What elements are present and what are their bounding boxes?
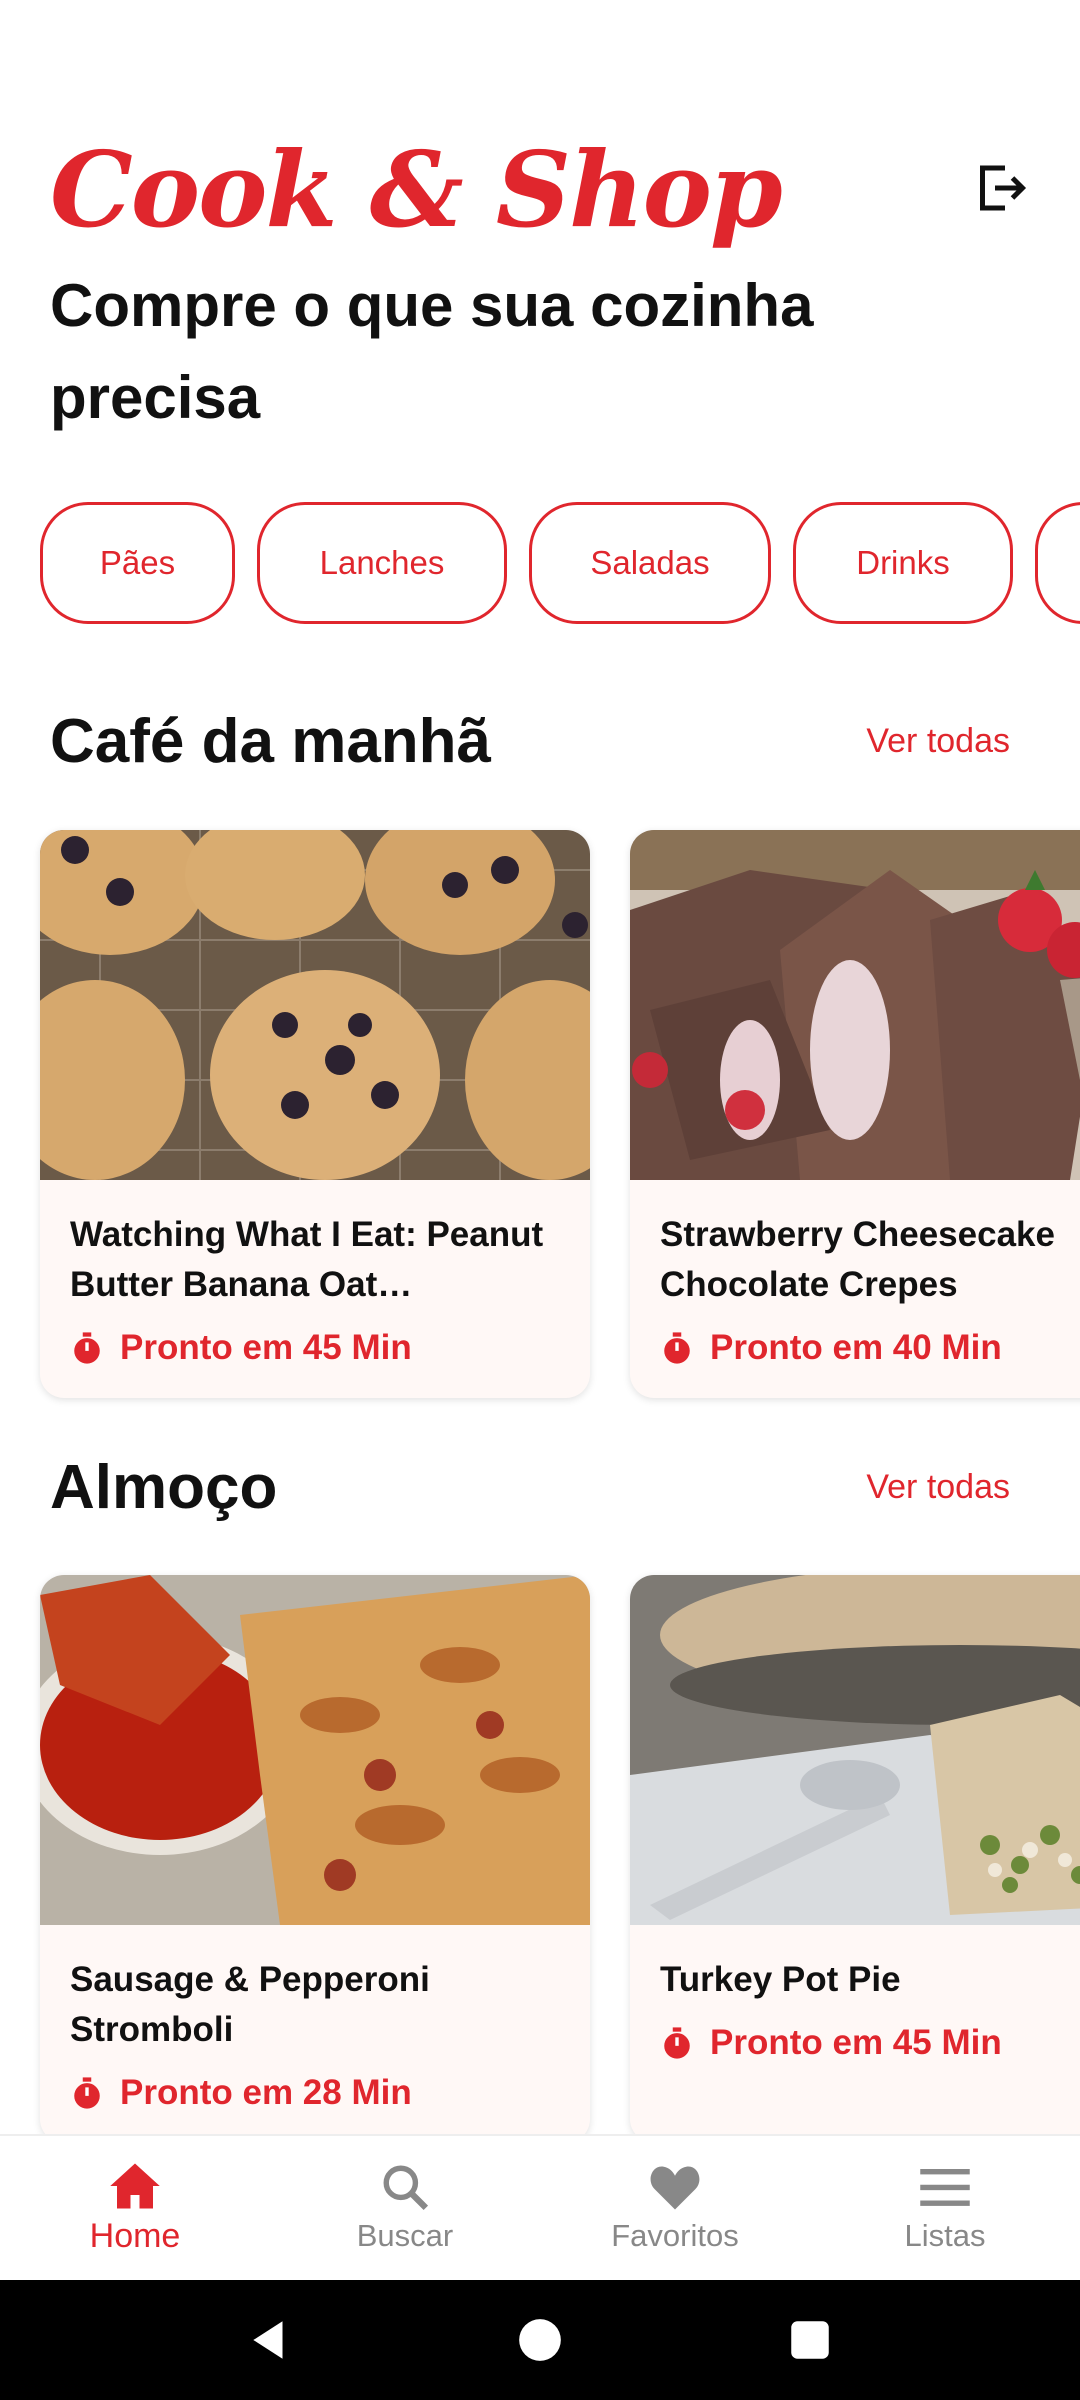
recipe-row-lunch: Sausage & Pepperoni Stromboli Pronto em … [40, 1575, 1080, 2143]
recipe-time: Pronto em 45 Min [70, 1328, 562, 1368]
heart-icon [650, 2166, 700, 2210]
recipe-image-crepes [630, 830, 1080, 1180]
nav-favorites[interactable]: Favoritos [540, 2136, 810, 2280]
nav-lists[interactable]: Listas [810, 2136, 1080, 2280]
nav-label: Buscar [356, 2218, 454, 2253]
system-navigation-bar [0, 2280, 1080, 2400]
back-icon[interactable] [245, 2315, 295, 2365]
category-chip-partial[interactable] [1035, 502, 1080, 624]
see-all-link[interactable]: Ver todas [866, 722, 1010, 761]
bottom-navigation: Home Buscar Favoritos Listas [0, 2134, 1080, 2280]
category-chip-lanches[interactable]: Lanches [257, 502, 507, 624]
timer-icon [664, 2027, 690, 2059]
recipe-card[interactable]: Sausage & Pepperoni Stromboli Pronto em … [40, 1575, 590, 2143]
nav-search[interactable]: Buscar [270, 2136, 540, 2280]
section-header-lunch: Almoço Ver todas [50, 1452, 1010, 1523]
timer-icon [74, 1332, 100, 1364]
recipe-row-breakfast: Watching What I Eat: Peanut Butter Banan… [40, 830, 1080, 1398]
nav-label: Listas [904, 2218, 986, 2253]
recipe-card[interactable]: Turkey Pot Pie Pronto em 45 Min [630, 1575, 1080, 2143]
section-header-breakfast: Café da manhã Ver todas [50, 706, 1010, 777]
menu-icon [920, 2169, 970, 2206]
recipe-title: Turkey Pot Pie [660, 1960, 901, 1999]
recipe-image-stromboli [40, 1575, 590, 1925]
recipe-time: Pronto em 28 Min [70, 2073, 562, 2113]
category-chip-saladas[interactable]: Saladas [529, 502, 771, 624]
category-chips: Pães Lanches Saladas Drinks [40, 502, 1080, 624]
nav-label: Home [89, 2216, 181, 2255]
recipe-title: Sausage & Pepperoni Stromboli [70, 1960, 430, 2049]
nav-home[interactable]: Home [0, 2136, 270, 2280]
search-icon [383, 2165, 429, 2211]
recipe-time-label: Pronto em 28 Min [120, 2073, 412, 2112]
category-chip-drinks[interactable]: Drinks [793, 502, 1013, 624]
see-all-link[interactable]: Ver todas [866, 1468, 1010, 1507]
recipe-image-cookies [40, 830, 590, 1180]
recipe-title: Strawberry Cheesecake Chocolate Crepes [660, 1215, 1055, 1304]
recipe-time: Pronto em 45 Min [660, 2023, 1080, 2063]
recipe-time: Pronto em 40 Min [660, 1328, 1080, 1368]
home-circle-icon[interactable] [515, 2315, 565, 2365]
section-title: Almoço [50, 1453, 278, 1522]
logout-icon[interactable] [970, 158, 1030, 218]
recipe-image-pot-pie [630, 1575, 1080, 1925]
recipe-time-label: Pronto em 45 Min [710, 2023, 1002, 2062]
section-title: Café da manhã [50, 707, 492, 776]
page-subtitle: Compre o que sua cozinha precisa [50, 272, 814, 431]
recipe-card[interactable]: Strawberry Cheesecake Chocolate Crepes P… [630, 830, 1080, 1398]
screen: Cook & Shop Compre o que sua cozinha pre… [0, 0, 1080, 2400]
recipe-time-label: Pronto em 45 Min [120, 1328, 412, 1367]
home-icon [110, 2163, 160, 2208]
timer-icon [74, 2077, 100, 2109]
timer-icon [664, 1332, 690, 1364]
category-chip-paes[interactable]: Pães [40, 502, 235, 624]
recipe-card[interactable]: Watching What I Eat: Peanut Butter Banan… [40, 830, 590, 1398]
app-logo: Cook & Shop [50, 128, 783, 251]
recipe-time-label: Pronto em 40 Min [710, 1328, 1002, 1367]
recipe-title: Watching What I Eat: Peanut Butter Banan… [70, 1215, 544, 1304]
recents-icon[interactable] [785, 2315, 835, 2365]
header: Cook & Shop Compre o que sua cozinha pre… [50, 120, 1030, 444]
nav-label: Favoritos [611, 2218, 739, 2253]
